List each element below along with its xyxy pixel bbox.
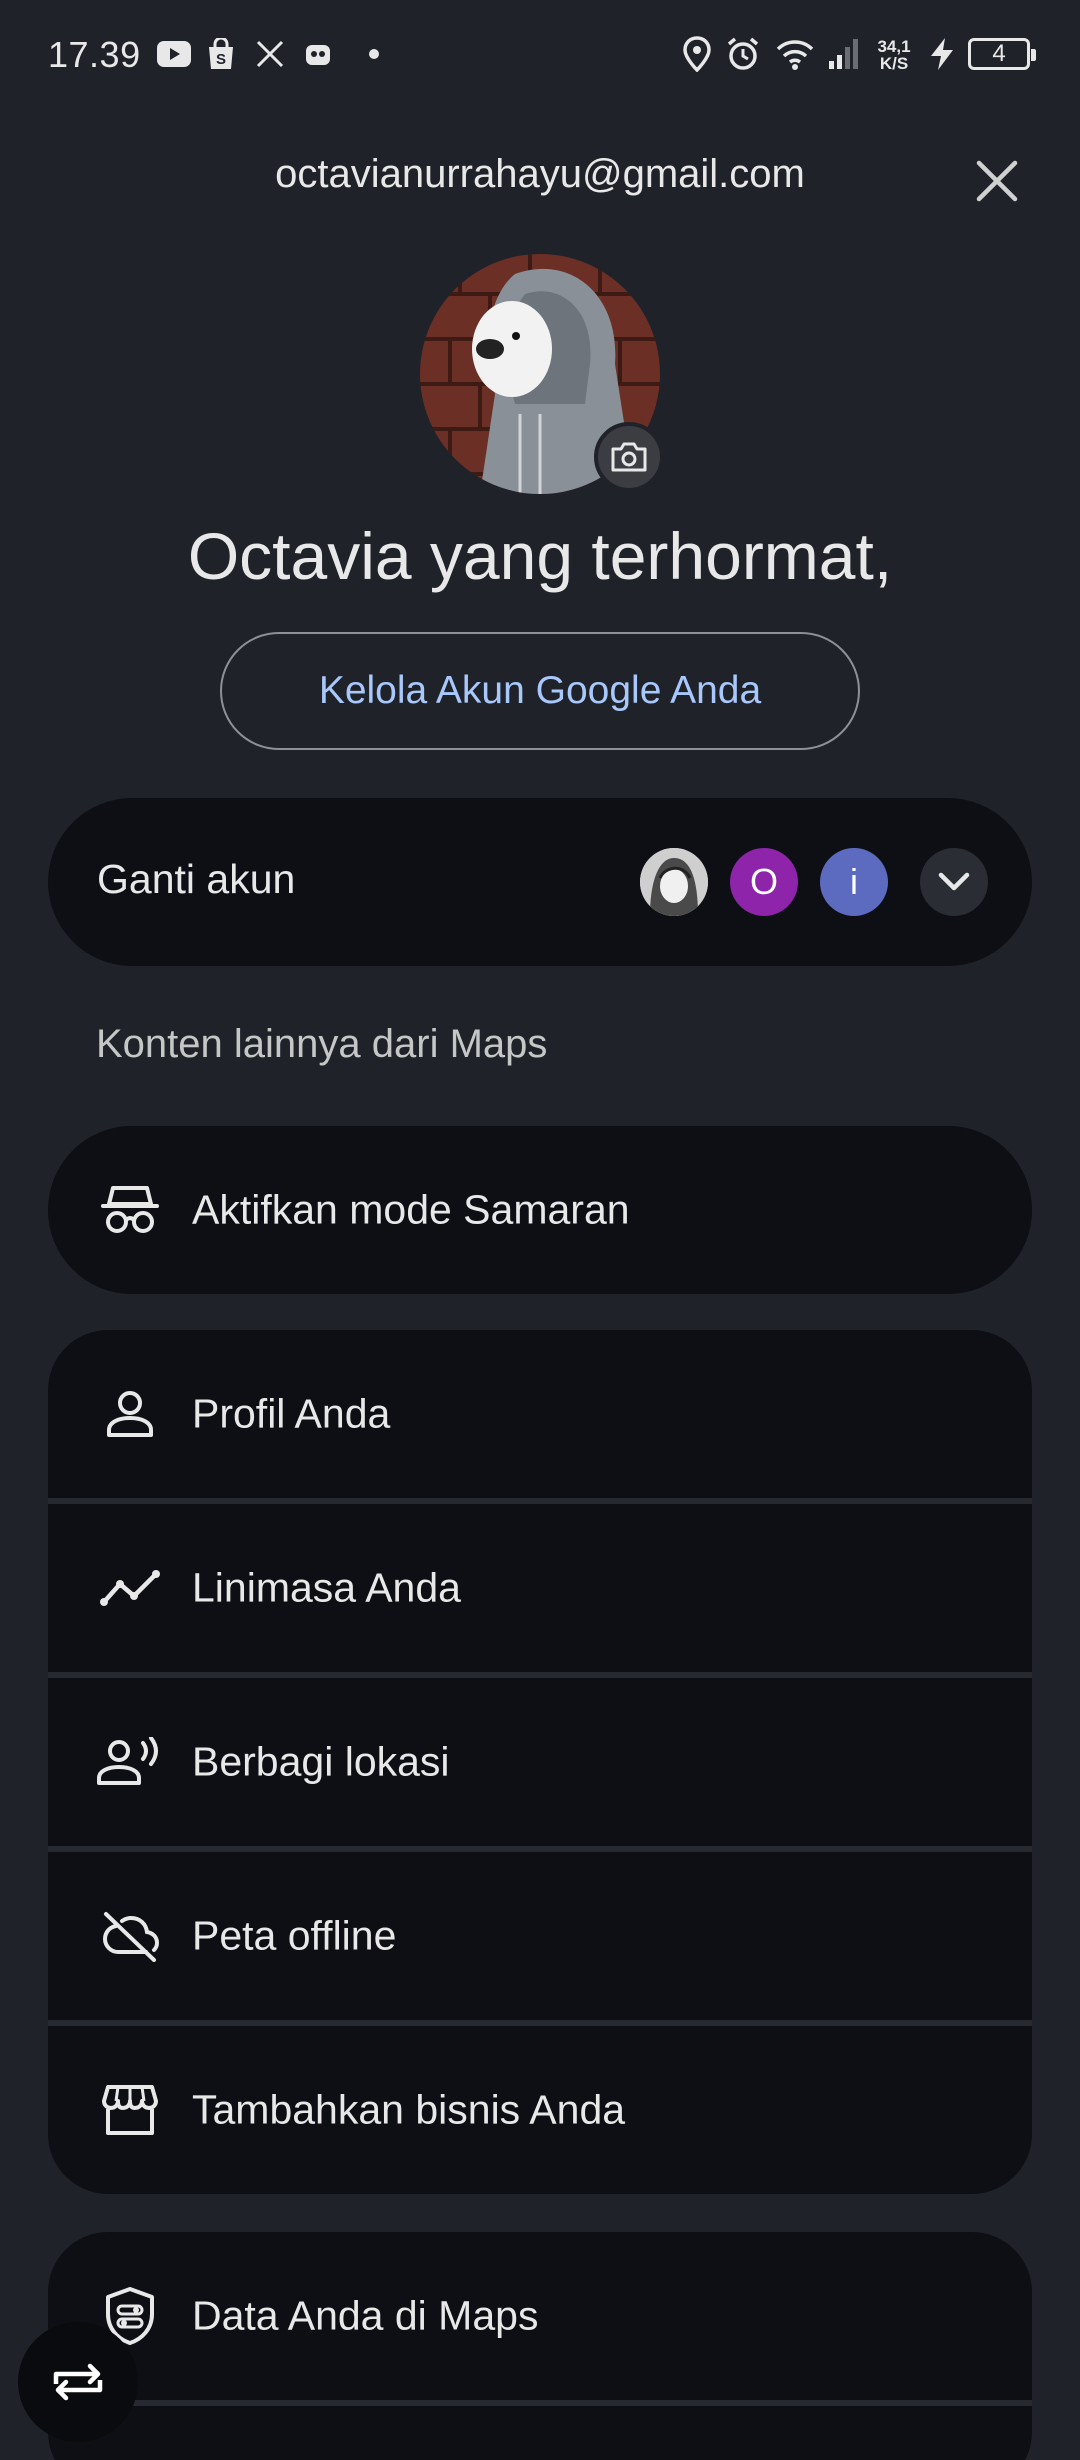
menu-item-profile[interactable]: Profil Anda (48, 1330, 1032, 1498)
location-sharing-icon (96, 1728, 164, 1796)
floating-switch-button[interactable] (18, 2322, 138, 2442)
account-avatar-i[interactable]: i (820, 848, 888, 916)
alarm-icon (724, 36, 762, 72)
network-speed-unit: K/S (879, 54, 909, 73)
menu-item-label: Tambahkan bisnis Anda (192, 2086, 626, 2133)
incognito-card: Aktifkan mode Samaran (48, 1126, 1032, 1294)
maps-data-group: Data Anda di Maps (48, 2232, 1032, 2460)
manage-google-account-button[interactable]: Kelola Akun Google Anda (220, 632, 860, 750)
youtube-icon (156, 36, 192, 72)
status-bar: 17.39 S 34,1 K/S 4 (0, 0, 1080, 110)
close-button[interactable] (966, 150, 1028, 212)
menu-item-label: Peta offline (192, 1912, 397, 1959)
timeline-icon (96, 1554, 164, 1622)
maps-menu-group: Profil Anda Linimasa Anda Berbagi lokasi… (48, 1330, 1032, 2194)
menu-item-timeline[interactable]: Linimasa Anda (48, 1504, 1032, 1672)
camera-icon (611, 442, 647, 472)
network-speed: 34,1 K/S (874, 38, 914, 72)
expand-accounts-button[interactable] (920, 848, 988, 916)
cloud-off-icon (96, 1902, 164, 1970)
battery-icon: 4 (968, 38, 1036, 70)
robot-icon (302, 36, 334, 72)
status-time: 17.39 (48, 34, 141, 75)
account-avatar-o[interactable]: O (730, 848, 798, 916)
switch-account-card[interactable]: Ganti akun O i (48, 798, 1032, 966)
charging-icon (926, 36, 958, 72)
menu-item-your-data[interactable]: Data Anda di Maps (48, 2232, 1032, 2400)
menu-item-label: Linimasa Anda (192, 1564, 461, 1611)
account-avatar-photo[interactable] (640, 848, 708, 916)
screen: 17.39 S 34,1 K/S 4 octavianurrahayu@gmai… (0, 0, 1080, 2460)
incognito-icon (96, 1176, 164, 1244)
menu-item-next[interactable] (48, 2406, 1032, 2460)
greeting-text: Octavia yang terhormat, (187, 519, 893, 593)
location-icon (680, 36, 714, 72)
menu-item-label: Berbagi lokasi (192, 1738, 450, 1785)
change-photo-button[interactable] (594, 422, 664, 492)
menu-item-location-sharing[interactable]: Berbagi lokasi (48, 1678, 1032, 1846)
menu-item-offline-maps[interactable]: Peta offline (48, 1852, 1032, 2020)
repeat-icon (53, 2363, 103, 2401)
menu-item-incognito[interactable]: Aktifkan mode Samaran (48, 1126, 1032, 1294)
x-icon (254, 36, 286, 72)
person-icon (96, 1380, 164, 1448)
close-icon (976, 160, 1018, 202)
chevron-down-icon (938, 872, 970, 891)
svg-text:S: S (216, 51, 226, 68)
section-label-more-from-maps: Konten lainnya dari Maps (96, 1022, 548, 1066)
network-speed-value: 34,1 (877, 37, 911, 56)
dot-icon (366, 36, 382, 72)
menu-item-label: Aktifkan mode Samaran (192, 1186, 630, 1233)
profile-avatar[interactable] (420, 254, 664, 494)
menu-item-add-business[interactable]: Tambahkan bisnis Anda (48, 2026, 1032, 2194)
shopping-bag-icon: S (206, 36, 236, 72)
menu-item-label: Profil Anda (192, 1390, 391, 1437)
menu-item-label: Data Anda di Maps (192, 2292, 539, 2339)
wifi-icon (774, 36, 816, 72)
storefront-icon (96, 2076, 164, 2144)
signal-icon (826, 36, 862, 72)
battery-level: 4 (992, 40, 1006, 67)
account-email: octavianurrahayu@gmail.com (275, 152, 805, 196)
switch-account-label: Ganti akun (97, 856, 296, 902)
